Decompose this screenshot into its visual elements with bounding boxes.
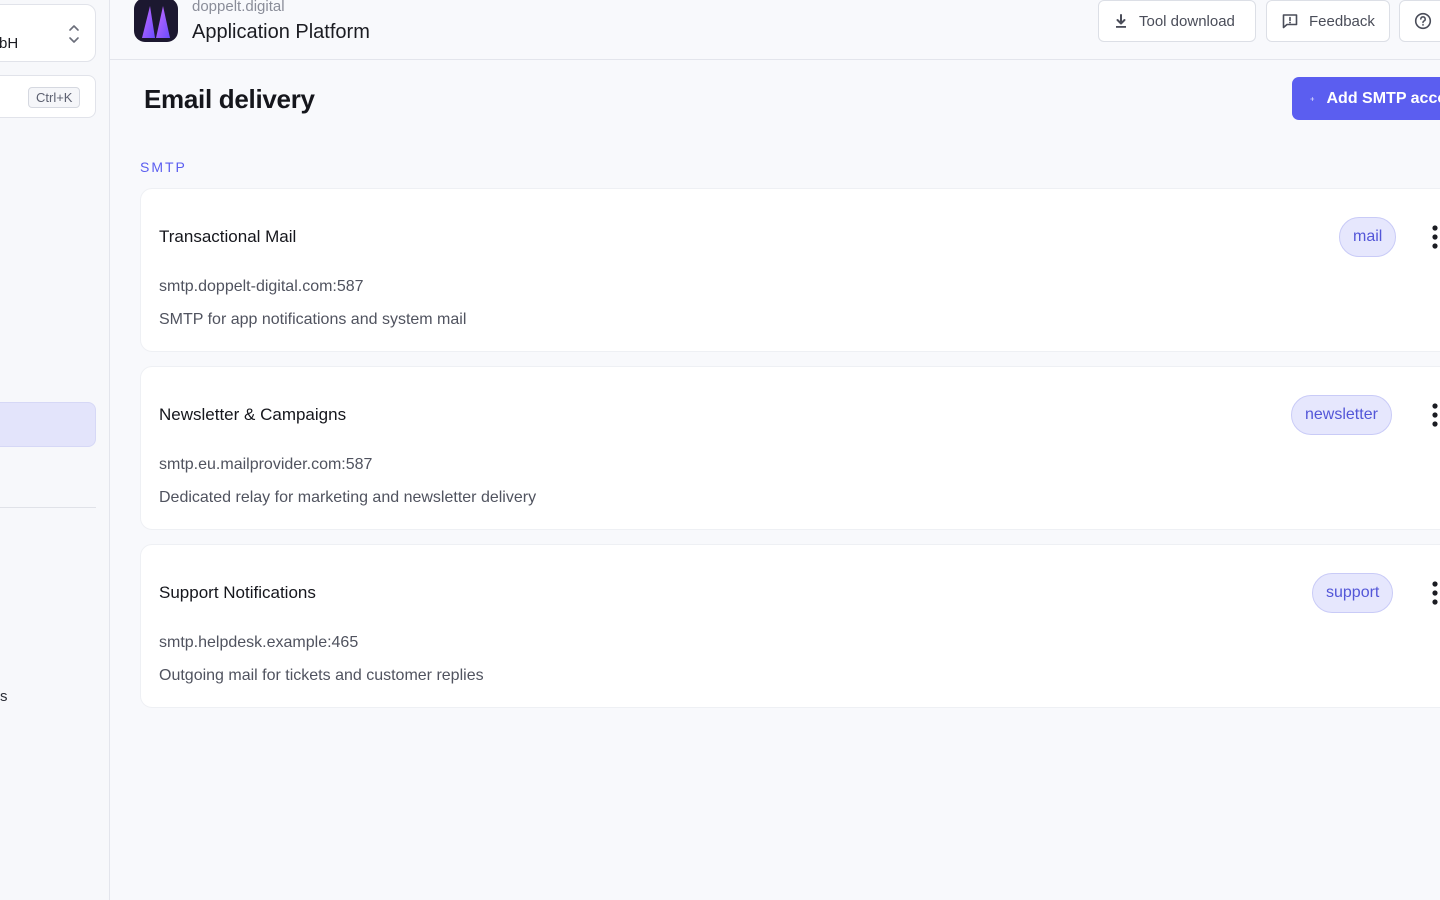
add-smtp-account-button[interactable]: Add SMTP account: [1292, 77, 1440, 120]
help-circle-icon: [1414, 12, 1432, 30]
smtp-account-description: Outgoing mail for tickets and customer r…: [159, 667, 484, 684]
more-vertical-icon[interactable]: [1427, 579, 1440, 607]
sidebar-divider: [0, 507, 96, 508]
download-icon: [1116, 14, 1126, 28]
sidebar-item-label[interactable]: s: [0, 688, 8, 705]
smtp-account-tag: mail: [1339, 217, 1397, 257]
more-vertical-icon[interactable]: [1427, 223, 1440, 251]
brand-subtitle: doppelt.digital: [192, 0, 285, 15]
smtp-account-card[interactable]: Newsletter & Campaigns smtp.eu.mailprovi…: [140, 366, 1440, 530]
smtp-account-host: smtp.helpdesk.example:465: [159, 634, 359, 651]
chevron-up-down-icon: [69, 25, 79, 43]
top-header: doppelt.digital Application Platform Too…: [110, 0, 1440, 60]
smtp-account-name: Support Notifications: [159, 583, 316, 602]
smtp-account-card[interactable]: Transactional Mail smtp.doppelt-digital.…: [140, 188, 1440, 352]
org-switcher[interactable]: bH: [0, 4, 96, 62]
org-name: bH: [0, 35, 19, 52]
section-label-smtp: SMTP: [140, 159, 187, 175]
help-button[interactable]: [1399, 0, 1440, 42]
sidebar-search[interactable]: Ctrl+K: [0, 75, 96, 118]
more-vertical-icon[interactable]: [1427, 401, 1440, 429]
app-logo[interactable]: [134, 0, 178, 42]
logo-mark-icon: [142, 6, 170, 38]
search-shortcut-badge: Ctrl+K: [28, 87, 81, 108]
smtp-account-card[interactable]: Support Notifications smtp.helpdesk.exam…: [140, 544, 1440, 708]
page-title: Email delivery: [144, 84, 315, 114]
message-square-icon: [1282, 14, 1298, 29]
sidebar: bH Ctrl+K s: [0, 0, 110, 900]
smtp-account-name: Transactional Mail: [159, 227, 297, 246]
plus-icon: [1310, 96, 1315, 101]
tool-download-label: Tool download: [1139, 12, 1235, 30]
smtp-account-host: smtp.doppelt-digital.com:587: [159, 278, 364, 295]
feedback-label: Feedback: [1309, 12, 1375, 30]
feedback-button[interactable]: Feedback: [1266, 0, 1390, 42]
smtp-account-description: Dedicated relay for marketing and newsle…: [159, 489, 537, 506]
smtp-account-host: smtp.eu.mailprovider.com:587: [159, 456, 373, 473]
add-smtp-account-label: Add SMTP account: [1326, 89, 1440, 107]
smtp-account-name: Newsletter & Campaigns: [159, 405, 347, 424]
sidebar-item-active[interactable]: [0, 402, 96, 447]
smtp-account-tag: newsletter: [1291, 395, 1392, 435]
brand-title: Application Platform: [192, 21, 370, 43]
tool-download-button[interactable]: Tool download: [1098, 0, 1256, 42]
smtp-account-description: SMTP for app notifications and system ma…: [159, 311, 467, 328]
app-root: bH Ctrl+K s doppelt.digital Application …: [0, 0, 1440, 900]
smtp-account-tag: support: [1312, 573, 1394, 613]
